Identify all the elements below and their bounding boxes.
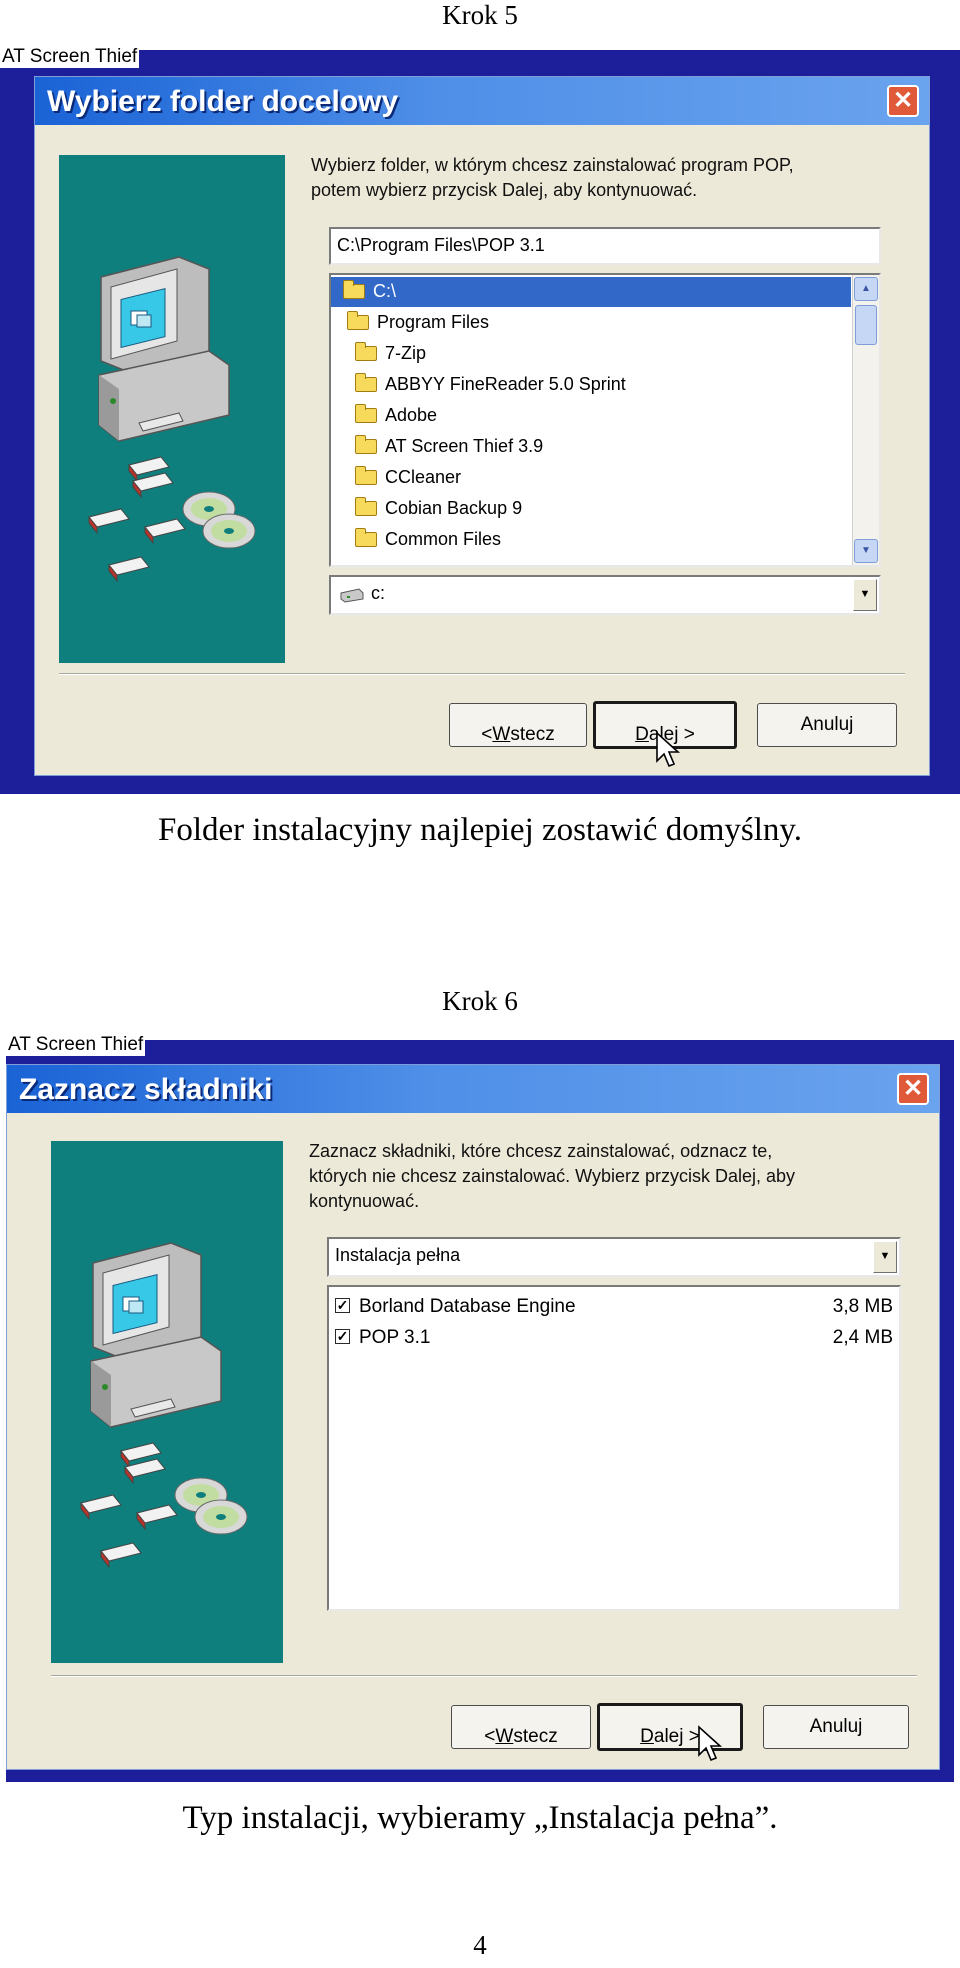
folder-tree-item[interactable]: Adobe <box>331 401 851 431</box>
folder-tree-item-label: ABBYY FineReader 5.0 Sprint <box>385 374 626 394</box>
computer-install-icon <box>80 1242 248 1569</box>
back-button[interactable]: < Wstecz <box>451 1705 591 1749</box>
separator <box>59 673 905 675</box>
setup-dialog: Wybierz folder docelowy ✕ Wybierz folder… <box>34 76 930 776</box>
window-title: Zaznacz składniki <box>19 1073 273 1106</box>
folder-tree-item-label: CCleaner <box>385 467 462 487</box>
instructions-text: Wybierz folder, w którym chcesz zainstal… <box>311 155 794 200</box>
folder-tree-item[interactable]: ABBYY FineReader 5.0 Sprint <box>331 370 851 400</box>
step5-caption: Folder instalacyjny najlepiej zostawić d… <box>158 812 802 848</box>
component-checkbox[interactable]: ✓ <box>335 1329 350 1344</box>
folder-tree-item-label: C:\ <box>373 281 397 301</box>
capture-label: AT Screen Thief <box>0 46 140 68</box>
mouse-pointer-icon <box>656 731 681 768</box>
folder-icon <box>355 528 377 547</box>
folder-icon <box>343 280 365 299</box>
setup-illustration <box>59 155 285 663</box>
folder-icon <box>355 435 377 454</box>
folder-tree-item[interactable]: CCleaner <box>331 463 851 493</box>
scroll-down-icon[interactable]: ▼ <box>854 539 878 563</box>
cancel-button[interactable]: Anuluj <box>757 703 897 747</box>
page-number: 4 <box>473 1930 487 1960</box>
folder-tree-item[interactable]: Program Files <box>331 308 851 338</box>
close-icon[interactable]: ✕ <box>887 85 919 117</box>
folder-tree-item-label: Adobe <box>385 405 438 425</box>
folder-tree-item-label: Program Files <box>377 312 490 332</box>
install-type-value: Instalacja pełna <box>335 1245 461 1265</box>
cancel-button[interactable]: Anuluj <box>763 1705 909 1749</box>
folder-icon <box>355 466 377 485</box>
separator <box>51 1675 917 1677</box>
close-icon[interactable]: ✕ <box>897 1073 929 1105</box>
component-size: 2,4 MB <box>832 1327 893 1348</box>
scroll-thumb[interactable] <box>855 305 877 345</box>
instructions-text: Zaznacz składniki, które chcesz zainstal… <box>309 1141 796 1211</box>
step5-screenshot: AT Screen Thief Wybierz folder docelowy … <box>0 46 960 794</box>
component-item[interactable]: ✓ POP 3.1 2,4 MB <box>333 1324 893 1352</box>
component-label: Borland Database Engine <box>359 1296 576 1317</box>
folder-tree-item-label: 7-Zip <box>385 343 427 363</box>
component-checkbox[interactable]: ✓ <box>335 1298 350 1313</box>
component-item[interactable]: ✓ Borland Database Engine 3,8 MB <box>333 1293 893 1321</box>
scroll-up-icon[interactable]: ▲ <box>854 277 878 301</box>
folder-icon <box>355 342 377 361</box>
drive-value: c: <box>371 583 386 603</box>
drive-select[interactable]: c: ▼ <box>329 575 881 615</box>
chevron-down-icon[interactable]: ▼ <box>873 1241 897 1273</box>
mouse-pointer-icon <box>698 1725 723 1762</box>
folder-tree-item[interactable]: C:\ <box>331 277 851 307</box>
step6-heading: Krok 6 <box>442 986 518 1016</box>
drive-icon <box>340 588 364 603</box>
capture-label: AT Screen Thief <box>6 1034 146 1056</box>
setup-illustration <box>51 1141 283 1663</box>
title-bar: Zaznacz składniki ✕ <box>7 1065 939 1113</box>
install-type-select[interactable]: Instalacja pełna ▼ <box>327 1237 901 1277</box>
title-bar: Wybierz folder docelowy ✕ <box>35 77 929 125</box>
folder-tree-item-label: AT Screen Thief 3.9 <box>385 436 544 456</box>
window-title: Wybierz folder docelowy <box>47 85 399 118</box>
chevron-down-icon[interactable]: ▼ <box>853 579 877 611</box>
folder-tree[interactable]: C:\ Program Files 7-Zip ABBYY FineReader 5.… <box>329 273 881 567</box>
folder-tree-item[interactable]: 7-Zip <box>331 339 851 369</box>
folder-icon <box>355 373 377 392</box>
folder-tree-item-label: Cobian Backup 9 <box>385 498 523 518</box>
step6-caption: Typ instalacji, wybieramy „Instalacja pe… <box>182 1800 778 1836</box>
folder-tree-item[interactable]: Cobian Backup 9 <box>331 494 851 524</box>
folder-tree-item[interactable]: AT Screen Thief 3.9 <box>331 432 851 462</box>
setup-dialog: Zaznacz składniki ✕ Zaznacz składniki, k… <box>6 1064 940 1770</box>
components-list[interactable]: ✓ Borland Database Engine 3,8 MB ✓ POP 3.1 2,… <box>327 1285 901 1611</box>
folder-icon <box>355 404 377 423</box>
folder-tree-item-label: Common Files <box>385 529 502 549</box>
component-label: POP 3.1 <box>359 1327 431 1348</box>
component-size: 3,8 MB <box>832 1296 893 1317</box>
folder-icon <box>347 311 369 330</box>
back-button[interactable]: < Wstecz <box>449 703 587 747</box>
tree-scrollbar[interactable]: ▲ ▼ <box>852 275 879 565</box>
destination-path-input[interactable]: C:\Program Files\POP 3.1 <box>329 227 881 265</box>
computer-install-icon <box>88 256 256 583</box>
step5-heading: Krok 5 <box>442 0 518 30</box>
folder-icon <box>355 497 377 516</box>
step6-screenshot: AT Screen Thief Zaznacz składniki ✕ Zazn… <box>6 1034 954 1782</box>
destination-path-value: C:\Program Files\POP 3.1 <box>337 235 545 255</box>
folder-tree-item[interactable]: Common Files <box>331 525 851 555</box>
